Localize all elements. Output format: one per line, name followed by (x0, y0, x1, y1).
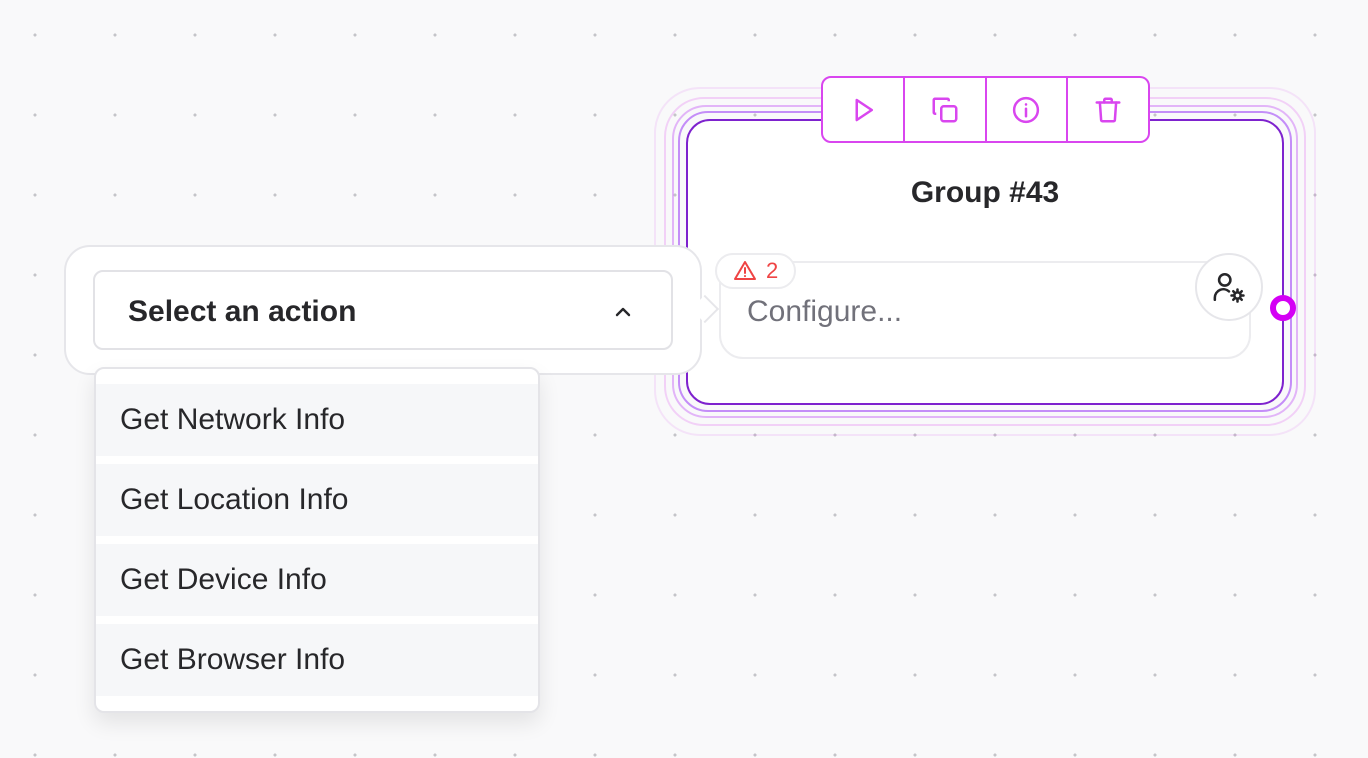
warning-count: 2 (766, 258, 779, 283)
warning-badge[interactable]: 2 (715, 253, 797, 289)
action-select[interactable]: Select an action (93, 270, 673, 350)
option-get-location-info[interactable]: Get Location Info (96, 464, 538, 536)
info-button[interactable] (987, 78, 1069, 141)
configure-input[interactable]: Configure... (719, 261, 1251, 359)
configure-placeholder: Configure... (747, 295, 903, 328)
node-output-handle[interactable] (1270, 295, 1296, 321)
delete-button[interactable] (1068, 78, 1148, 141)
copy-icon (932, 97, 958, 122)
chevron-up-icon (615, 307, 631, 317)
warning-icon (734, 261, 756, 280)
node-title: Group #43 (910, 176, 1060, 209)
option-get-device-info[interactable]: Get Device Info (96, 544, 538, 616)
run-button[interactable] (823, 78, 905, 141)
action-select-label: Select an action (128, 295, 357, 328)
option-get-network-info[interactable]: Get Network Info (96, 384, 538, 456)
trash-icon (1095, 97, 1121, 122)
user-cog-icon (1213, 272, 1245, 303)
assign-user-button[interactable] (1195, 253, 1263, 321)
action-options-list: Get Network Info Get Location Info Get D… (94, 367, 540, 713)
play-icon (855, 98, 873, 121)
option-get-browser-info[interactable]: Get Browser Info (96, 624, 538, 696)
info-icon (1013, 96, 1040, 123)
node-toolbar (821, 76, 1150, 143)
duplicate-button[interactable] (905, 78, 987, 141)
